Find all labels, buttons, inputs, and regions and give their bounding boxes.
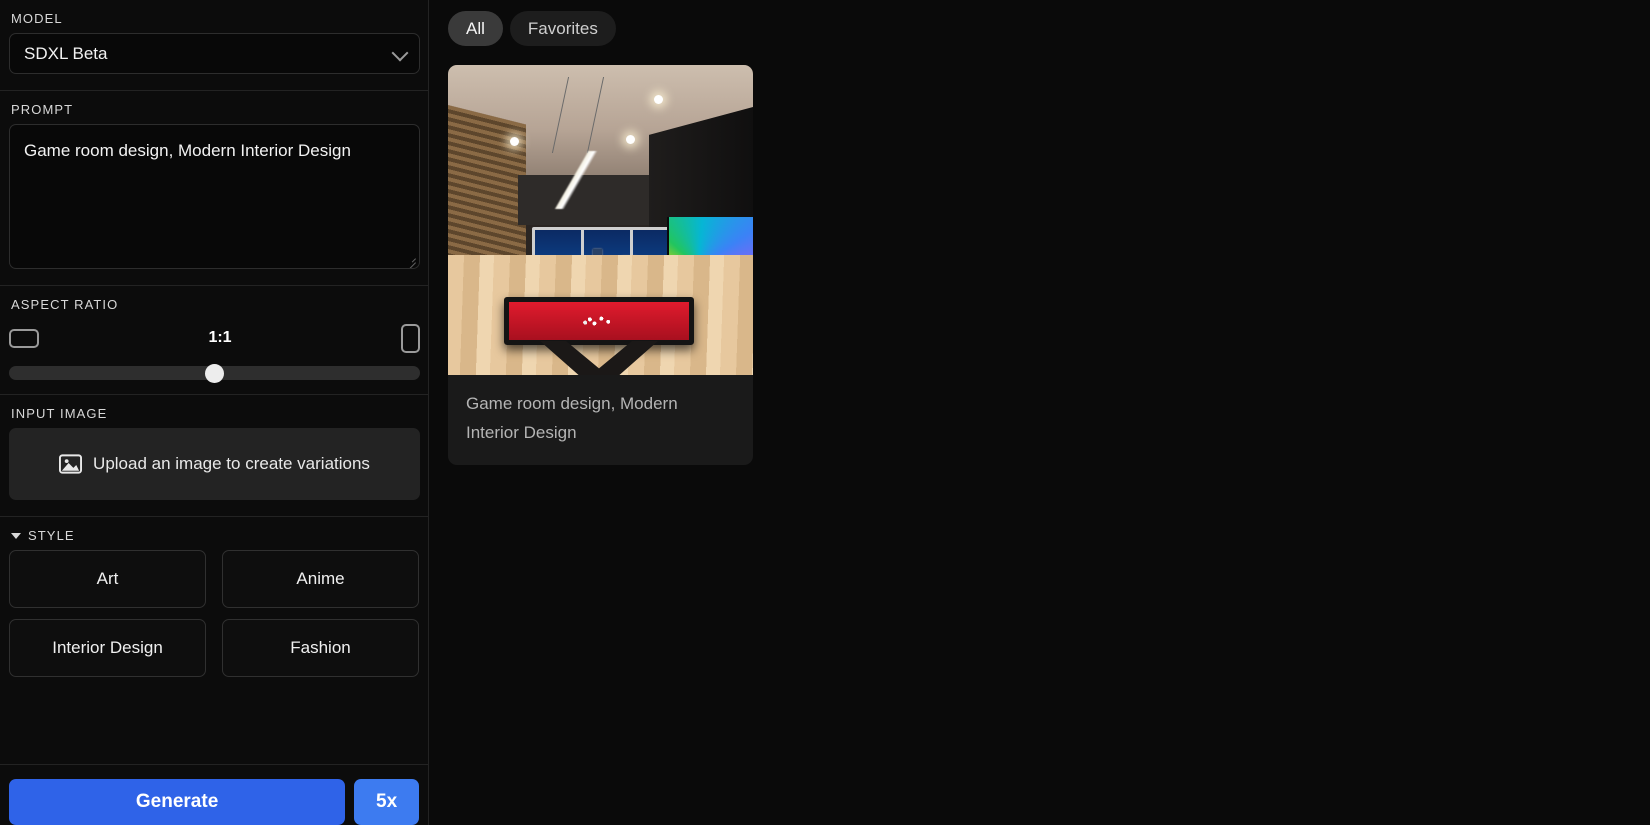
aspect-ratio-label: ASPECT RATIO [11, 297, 119, 312]
result-thumbnail[interactable] [448, 65, 753, 375]
input-image-label: INPUT IMAGE [11, 406, 108, 421]
upload-image-label: Upload an image to create variations [93, 454, 370, 473]
model-section: MODEL SDXL Beta [0, 0, 428, 74]
style-option-fashion[interactable]: Fashion [222, 619, 419, 677]
landscape-frame-icon[interactable] [9, 328, 39, 348]
pool-table-surface [504, 297, 694, 345]
chevron-down-icon [391, 44, 409, 61]
ceiling-light [510, 137, 519, 146]
prompt-section: PROMPT Game room design, Modern Interior… [0, 90, 428, 269]
prompt-label: PROMPT [11, 102, 74, 117]
input-image-section: INPUT IMAGE Upload an image to create va… [0, 394, 428, 500]
aspect-ratio-section: ASPECT RATIO 1:1 [0, 285, 428, 383]
aspect-ratio-value: 1:1 [208, 329, 232, 346]
prompt-input[interactable]: Game room design, Modern Interior Design [9, 124, 420, 269]
upload-image-dropzone[interactable]: Upload an image to create variations [9, 428, 420, 500]
result-caption: Game room design, Modern Interior Design [466, 394, 678, 442]
prompt-text: Game room design, Modern Interior Design [24, 141, 351, 160]
ceiling-light [654, 95, 663, 104]
model-select-value: SDXL Beta [24, 43, 108, 63]
resize-grip-icon[interactable] [404, 253, 416, 268]
settings-panel: MODEL SDXL Beta PROMPT Game room design,… [0, 0, 429, 825]
style-option-interior-design[interactable]: Interior Design [9, 619, 206, 677]
app-root: MODEL SDXL Beta PROMPT Game room design,… [0, 0, 1650, 825]
model-select[interactable]: SDXL Beta [9, 33, 420, 74]
style-label[interactable]: STYLE [9, 517, 419, 550]
generate-button[interactable]: Generate [9, 779, 346, 825]
results-area: All Favorites Game room design, Modern I… [429, 0, 1650, 825]
portrait-frame-icon[interactable] [401, 323, 420, 353]
filter-tabs: All Favorites [429, 0, 1650, 46]
panel-footer: Generate 5x [0, 764, 428, 825]
result-card[interactable]: Game room design, Modern Interior Design [448, 65, 753, 465]
style-option-art[interactable]: Art [9, 550, 206, 608]
generate-multiplier-button[interactable]: 5x [354, 779, 419, 825]
settings-scroll-area: MODEL SDXL Beta PROMPT Game room design,… [0, 0, 428, 764]
slider-thumb[interactable] [205, 363, 224, 383]
ceiling-light [626, 135, 635, 144]
billiard-balls [576, 313, 622, 329]
tab-all[interactable]: All [448, 11, 503, 46]
aspect-ratio-row: 1:1 [9, 321, 420, 355]
style-section: STYLE Art Anime Interior Design Fashion [0, 516, 428, 697]
aspect-ratio-slider[interactable] [9, 363, 420, 383]
caret-down-icon [11, 532, 21, 539]
style-option-anime[interactable]: Anime [222, 550, 419, 608]
style-label-text: STYLE [28, 528, 75, 543]
tab-favorites[interactable]: Favorites [509, 11, 616, 46]
model-label: MODEL [11, 11, 63, 26]
pendant-light [550, 151, 602, 209]
generated-image [448, 65, 753, 375]
results-grid: Game room design, Modern Interior Design [429, 46, 1650, 465]
image-placeholder-icon [59, 454, 83, 474]
style-options-grid: Art Anime Interior Design Fashion [9, 550, 420, 697]
